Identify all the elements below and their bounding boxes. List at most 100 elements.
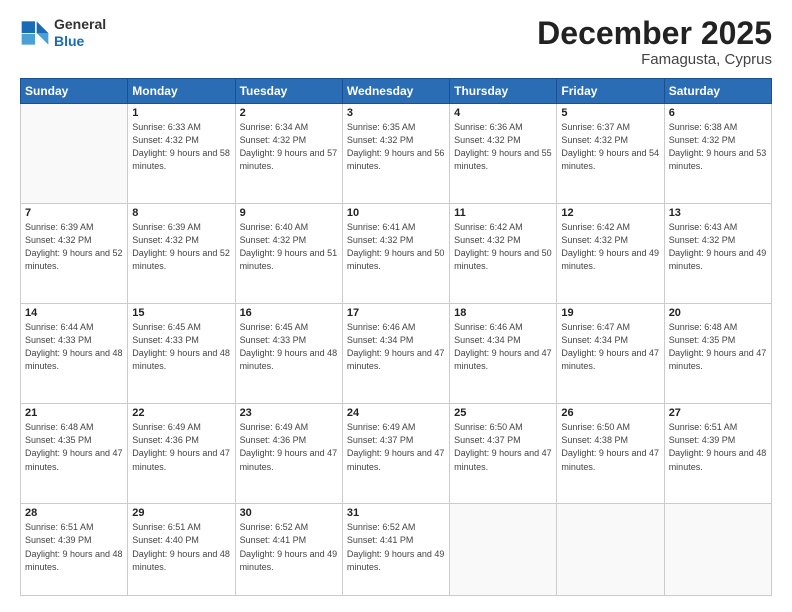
day-number: 25 <box>454 407 552 419</box>
calendar-day-cell: 20 Sunrise: 6:48 AM Sunset: 4:35 PM Dayl… <box>664 304 771 404</box>
calendar-day-cell: 29 Sunrise: 6:51 AM Sunset: 4:40 PM Dayl… <box>128 504 235 596</box>
calendar-day-header: Wednesday <box>342 79 449 104</box>
calendar-week-row: 28 Sunrise: 6:51 AM Sunset: 4:39 PM Dayl… <box>21 504 772 596</box>
calendar-day-cell: 19 Sunrise: 6:47 AM Sunset: 4:34 PM Dayl… <box>557 304 664 404</box>
day-info: Sunrise: 6:42 AM Sunset: 4:32 PM Dayligh… <box>561 221 659 273</box>
day-number: 20 <box>669 307 767 319</box>
day-info: Sunrise: 6:52 AM Sunset: 4:41 PM Dayligh… <box>240 521 338 573</box>
calendar-day-cell: 8 Sunrise: 6:39 AM Sunset: 4:32 PM Dayli… <box>128 204 235 304</box>
day-number: 30 <box>240 507 338 519</box>
day-info: Sunrise: 6:34 AM Sunset: 4:32 PM Dayligh… <box>240 121 338 173</box>
day-info: Sunrise: 6:41 AM Sunset: 4:32 PM Dayligh… <box>347 221 445 273</box>
calendar-day-cell: 25 Sunrise: 6:50 AM Sunset: 4:37 PM Dayl… <box>450 404 557 504</box>
calendar-day-cell: 12 Sunrise: 6:42 AM Sunset: 4:32 PM Dayl… <box>557 204 664 304</box>
calendar-day-cell <box>21 104 128 204</box>
day-number: 26 <box>561 407 659 419</box>
calendar-day-cell: 17 Sunrise: 6:46 AM Sunset: 4:34 PM Dayl… <box>342 304 449 404</box>
day-number: 16 <box>240 307 338 319</box>
page: General Blue December 2025 Famagusta, Cy… <box>0 0 792 612</box>
calendar-day-cell: 23 Sunrise: 6:49 AM Sunset: 4:36 PM Dayl… <box>235 404 342 504</box>
calendar-day-cell: 30 Sunrise: 6:52 AM Sunset: 4:41 PM Dayl… <box>235 504 342 596</box>
day-info: Sunrise: 6:39 AM Sunset: 4:32 PM Dayligh… <box>25 221 123 273</box>
calendar-day-cell: 7 Sunrise: 6:39 AM Sunset: 4:32 PM Dayli… <box>21 204 128 304</box>
day-info: Sunrise: 6:49 AM Sunset: 4:36 PM Dayligh… <box>132 421 230 473</box>
calendar-day-cell: 14 Sunrise: 6:44 AM Sunset: 4:33 PM Dayl… <box>21 304 128 404</box>
day-number: 7 <box>25 207 123 219</box>
day-number: 3 <box>347 107 445 119</box>
day-number: 22 <box>132 407 230 419</box>
logo-text: General Blue <box>54 16 106 50</box>
day-info: Sunrise: 6:35 AM Sunset: 4:32 PM Dayligh… <box>347 121 445 173</box>
calendar-day-header: Thursday <box>450 79 557 104</box>
calendar-day-cell: 1 Sunrise: 6:33 AM Sunset: 4:32 PM Dayli… <box>128 104 235 204</box>
day-info: Sunrise: 6:36 AM Sunset: 4:32 PM Dayligh… <box>454 121 552 173</box>
day-number: 5 <box>561 107 659 119</box>
day-info: Sunrise: 6:46 AM Sunset: 4:34 PM Dayligh… <box>454 321 552 373</box>
day-info: Sunrise: 6:43 AM Sunset: 4:32 PM Dayligh… <box>669 221 767 273</box>
calendar-day-cell: 4 Sunrise: 6:36 AM Sunset: 4:32 PM Dayli… <box>450 104 557 204</box>
day-number: 12 <box>561 207 659 219</box>
calendar-week-row: 14 Sunrise: 6:44 AM Sunset: 4:33 PM Dayl… <box>21 304 772 404</box>
calendar-day-header: Saturday <box>664 79 771 104</box>
day-number: 6 <box>669 107 767 119</box>
calendar-week-row: 7 Sunrise: 6:39 AM Sunset: 4:32 PM Dayli… <box>21 204 772 304</box>
calendar-day-header: Friday <box>557 79 664 104</box>
day-number: 14 <box>25 307 123 319</box>
calendar-day-cell: 9 Sunrise: 6:40 AM Sunset: 4:32 PM Dayli… <box>235 204 342 304</box>
day-info: Sunrise: 6:38 AM Sunset: 4:32 PM Dayligh… <box>669 121 767 173</box>
logo: General Blue <box>20 16 106 50</box>
calendar-day-cell <box>557 504 664 596</box>
location: Famagusta, Cyprus <box>537 51 772 68</box>
day-info: Sunrise: 6:46 AM Sunset: 4:34 PM Dayligh… <box>347 321 445 373</box>
calendar-day-cell: 24 Sunrise: 6:49 AM Sunset: 4:37 PM Dayl… <box>342 404 449 504</box>
day-info: Sunrise: 6:48 AM Sunset: 4:35 PM Dayligh… <box>669 321 767 373</box>
day-number: 13 <box>669 207 767 219</box>
day-number: 15 <box>132 307 230 319</box>
day-info: Sunrise: 6:33 AM Sunset: 4:32 PM Dayligh… <box>132 121 230 173</box>
calendar-day-cell <box>450 504 557 596</box>
calendar-day-cell: 6 Sunrise: 6:38 AM Sunset: 4:32 PM Dayli… <box>664 104 771 204</box>
calendar-day-cell: 13 Sunrise: 6:43 AM Sunset: 4:32 PM Dayl… <box>664 204 771 304</box>
title-block: December 2025 Famagusta, Cyprus <box>537 16 772 68</box>
calendar-day-cell: 16 Sunrise: 6:45 AM Sunset: 4:33 PM Dayl… <box>235 304 342 404</box>
calendar-day-cell: 3 Sunrise: 6:35 AM Sunset: 4:32 PM Dayli… <box>342 104 449 204</box>
day-number: 10 <box>347 207 445 219</box>
day-number: 8 <box>132 207 230 219</box>
day-info: Sunrise: 6:51 AM Sunset: 4:39 PM Dayligh… <box>25 521 123 573</box>
header: General Blue December 2025 Famagusta, Cy… <box>20 16 772 68</box>
calendar-table: SundayMondayTuesdayWednesdayThursdayFrid… <box>20 78 772 596</box>
day-number: 27 <box>669 407 767 419</box>
day-info: Sunrise: 6:51 AM Sunset: 4:40 PM Dayligh… <box>132 521 230 573</box>
day-number: 2 <box>240 107 338 119</box>
day-info: Sunrise: 6:52 AM Sunset: 4:41 PM Dayligh… <box>347 521 445 573</box>
day-info: Sunrise: 6:49 AM Sunset: 4:37 PM Dayligh… <box>347 421 445 473</box>
calendar-day-header: Sunday <box>21 79 128 104</box>
calendar-day-cell <box>664 504 771 596</box>
day-info: Sunrise: 6:45 AM Sunset: 4:33 PM Dayligh… <box>240 321 338 373</box>
calendar-day-cell: 11 Sunrise: 6:42 AM Sunset: 4:32 PM Dayl… <box>450 204 557 304</box>
calendar-day-cell: 27 Sunrise: 6:51 AM Sunset: 4:39 PM Dayl… <box>664 404 771 504</box>
calendar-week-row: 1 Sunrise: 6:33 AM Sunset: 4:32 PM Dayli… <box>21 104 772 204</box>
calendar-day-cell: 5 Sunrise: 6:37 AM Sunset: 4:32 PM Dayli… <box>557 104 664 204</box>
day-number: 23 <box>240 407 338 419</box>
calendar-day-cell: 10 Sunrise: 6:41 AM Sunset: 4:32 PM Dayl… <box>342 204 449 304</box>
calendar-day-cell: 28 Sunrise: 6:51 AM Sunset: 4:39 PM Dayl… <box>21 504 128 596</box>
day-info: Sunrise: 6:45 AM Sunset: 4:33 PM Dayligh… <box>132 321 230 373</box>
month-title: December 2025 <box>537 16 772 51</box>
calendar-day-header: Tuesday <box>235 79 342 104</box>
day-info: Sunrise: 6:37 AM Sunset: 4:32 PM Dayligh… <box>561 121 659 173</box>
calendar-day-cell: 2 Sunrise: 6:34 AM Sunset: 4:32 PM Dayli… <box>235 104 342 204</box>
calendar-day-cell: 18 Sunrise: 6:46 AM Sunset: 4:34 PM Dayl… <box>450 304 557 404</box>
calendar-week-row: 21 Sunrise: 6:48 AM Sunset: 4:35 PM Dayl… <box>21 404 772 504</box>
day-info: Sunrise: 6:42 AM Sunset: 4:32 PM Dayligh… <box>454 221 552 273</box>
day-number: 9 <box>240 207 338 219</box>
day-info: Sunrise: 6:48 AM Sunset: 4:35 PM Dayligh… <box>25 421 123 473</box>
day-number: 24 <box>347 407 445 419</box>
day-number: 1 <box>132 107 230 119</box>
calendar-day-cell: 31 Sunrise: 6:52 AM Sunset: 4:41 PM Dayl… <box>342 504 449 596</box>
day-number: 28 <box>25 507 123 519</box>
day-info: Sunrise: 6:51 AM Sunset: 4:39 PM Dayligh… <box>669 421 767 473</box>
day-number: 17 <box>347 307 445 319</box>
calendar-day-cell: 15 Sunrise: 6:45 AM Sunset: 4:33 PM Dayl… <box>128 304 235 404</box>
day-number: 18 <box>454 307 552 319</box>
